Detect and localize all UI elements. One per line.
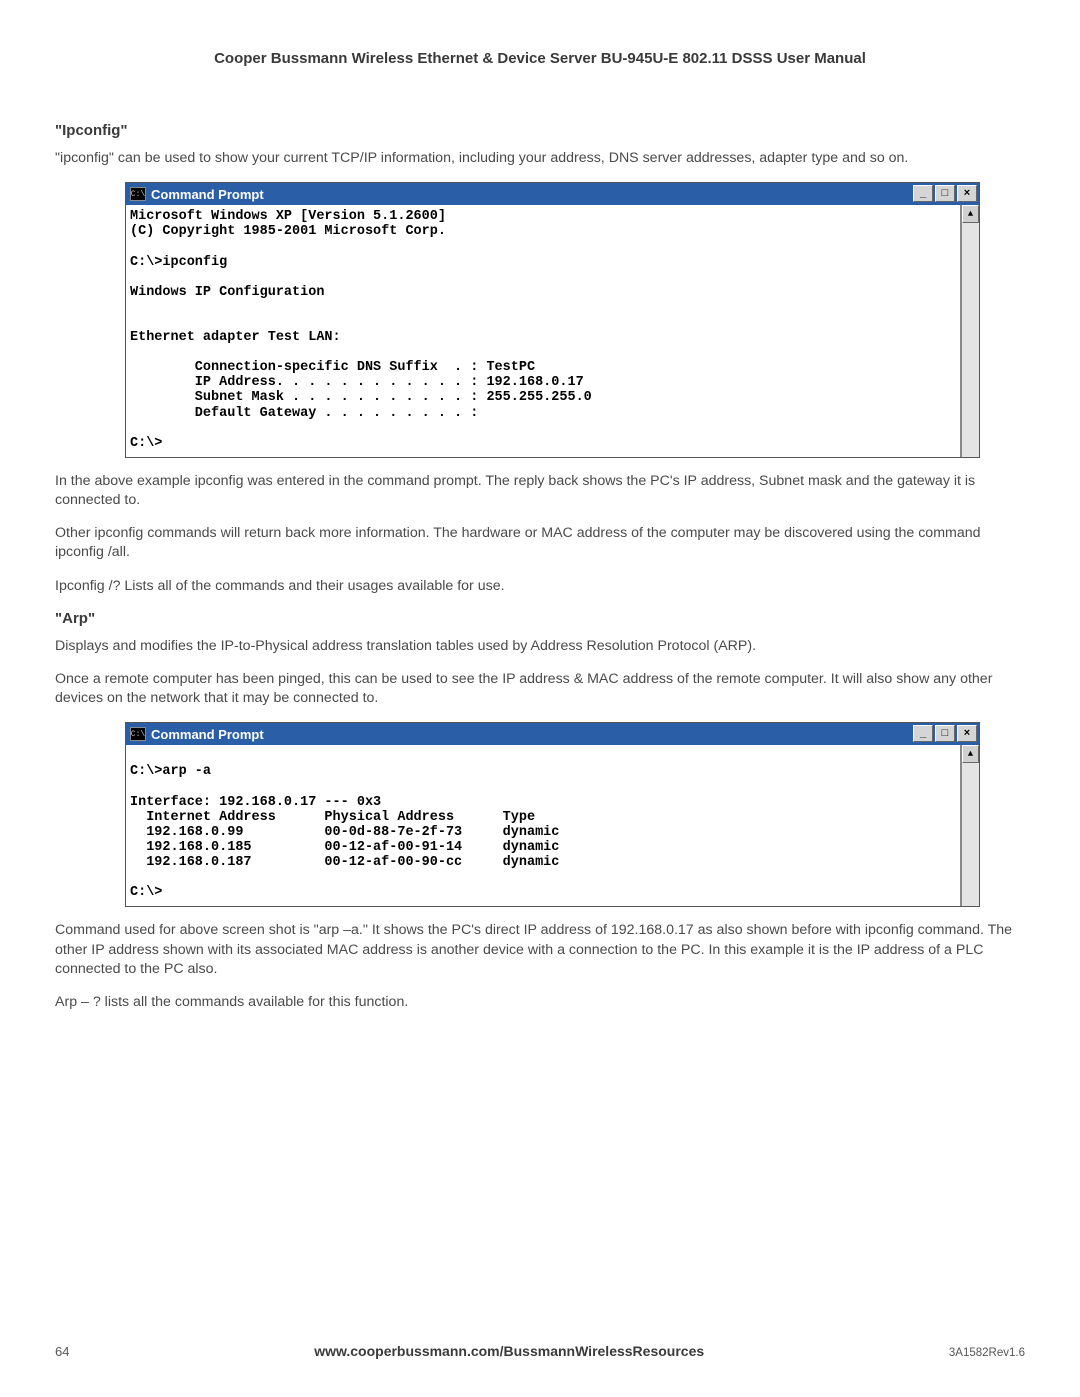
command-prompt-window-arp: C:\ Command Prompt _ □ × C:\>arp -a Inte… [125, 722, 980, 907]
scroll-up-icon[interactable]: ▲ [962, 745, 979, 763]
scroll-track[interactable] [962, 223, 979, 457]
minimize-button[interactable]: _ [913, 725, 933, 742]
scroll-up-icon[interactable]: ▲ [962, 205, 979, 223]
scrollbar[interactable]: ▲ [961, 205, 979, 457]
window-button-group: _ □ × [913, 723, 979, 745]
cmd-window-title: Command Prompt [151, 727, 913, 742]
ipconfig-intro: "ipconfig" can be used to show your curr… [55, 149, 1025, 168]
maximize-button[interactable]: □ [935, 185, 955, 202]
minimize-button[interactable]: _ [913, 185, 933, 202]
command-prompt-icon: C:\ [130, 727, 146, 741]
command-prompt-window-ipconfig: C:\ Command Prompt _ □ × Microsoft Windo… [125, 182, 980, 458]
maximize-button[interactable]: □ [935, 725, 955, 742]
arp-explain-1: Command used for above screen shot is "a… [55, 921, 1025, 979]
revision-label: 3A1582Rev1.6 [949, 1347, 1025, 1359]
cmd-window-title: Command Prompt [151, 187, 913, 202]
arp-explain-2: Arp – ? lists all the commands available… [55, 993, 1025, 1012]
page-header-title: Cooper Bussmann Wireless Ethernet & Devi… [55, 50, 1025, 67]
ipconfig-explain-1: In the above example ipconfig was entere… [55, 472, 1025, 510]
page-footer: 64 www.cooperbussmann.com/BussmannWirele… [55, 1343, 1025, 1359]
scroll-track[interactable] [962, 763, 979, 906]
arp-intro-1: Displays and modifies the IP-to-Physical… [55, 637, 1025, 656]
cmd-titlebar[interactable]: C:\ Command Prompt _ □ × [126, 723, 979, 745]
footer-url: www.cooperbussmann.com/BussmannWirelessR… [314, 1343, 704, 1359]
section-heading-ipconfig: "Ipconfig" [55, 122, 1025, 139]
window-button-group: _ □ × [913, 183, 979, 205]
arp-intro-2: Once a remote computer has been pinged, … [55, 670, 1025, 708]
command-prompt-icon: C:\ [130, 187, 146, 201]
close-button[interactable]: × [957, 725, 977, 742]
page-number: 64 [55, 1344, 69, 1359]
ipconfig-explain-2: Other ipconfig commands will return back… [55, 524, 1025, 562]
cmd-output-ipconfig: Microsoft Windows XP [Version 5.1.2600] … [126, 205, 961, 457]
close-button[interactable]: × [957, 185, 977, 202]
ipconfig-explain-3: Ipconfig /? Lists all of the commands an… [55, 577, 1025, 596]
cmd-titlebar[interactable]: C:\ Command Prompt _ □ × [126, 183, 979, 205]
scrollbar[interactable]: ▲ [961, 745, 979, 906]
section-heading-arp: "Arp" [55, 610, 1025, 627]
cmd-output-arp: C:\>arp -a Interface: 192.168.0.17 --- 0… [126, 745, 961, 906]
